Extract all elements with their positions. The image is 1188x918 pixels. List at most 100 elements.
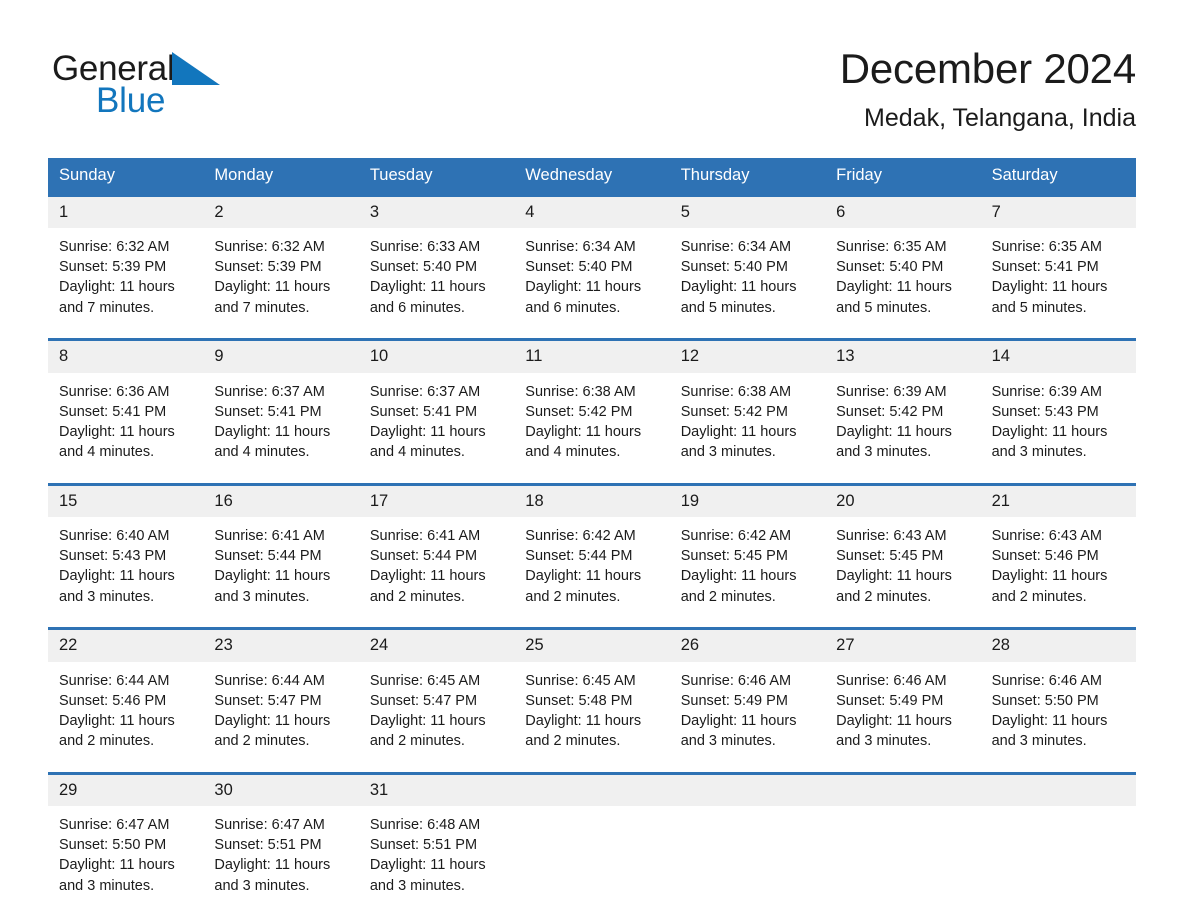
day-cell[interactable]: Sunrise: 6:36 AM Sunset: 5:41 PM Dayligh… [48,373,203,483]
day-cell[interactable]: Sunrise: 6:43 AM Sunset: 5:46 PM Dayligh… [981,517,1136,627]
day-cell[interactable]: Sunrise: 6:41 AM Sunset: 5:44 PM Dayligh… [203,517,358,627]
day-cell[interactable]: Sunrise: 6:39 AM Sunset: 5:42 PM Dayligh… [825,373,980,483]
sunset-text: Sunset: 5:40 PM [369,259,478,276]
day-cell[interactable]: Sunrise: 6:42 AM Sunset: 5:45 PM Dayligh… [670,517,825,627]
day-number[interactable]: 13 [825,341,980,373]
sunrise-text: Sunrise: 6:35 AM [836,239,947,255]
day-cell[interactable]: Sunrise: 6:45 AM Sunset: 5:47 PM Dayligh… [359,662,514,772]
daylight-text-line2: and 2 minutes. [369,588,465,605]
day-cell[interactable]: Sunrise: 6:32 AM Sunset: 5:39 PM Dayligh… [48,228,203,338]
day-number[interactable]: 20 [825,486,980,518]
day-number[interactable]: 29 [48,775,203,807]
sunrise-text: Sunrise: 6:32 AM [214,239,325,255]
day-number[interactable]: 30 [203,775,358,807]
sunrise-text: Sunrise: 6:43 AM [991,528,1102,544]
sunrise-text: Sunrise: 6:36 AM [59,383,170,400]
sunrise-text: Sunrise: 6:41 AM [214,528,325,544]
daylight-text-line1: Daylight: 11 hours [836,279,952,296]
day-number[interactable]: 23 [203,630,358,662]
day-cell[interactable]: Sunrise: 6:47 AM Sunset: 5:50 PM Dayligh… [48,806,203,916]
sunset-text: Sunset: 5:40 PM [836,259,944,276]
day-number[interactable]: 11 [514,341,669,373]
day-number[interactable]: 7 [981,197,1136,229]
day-number[interactable]: 27 [825,630,980,662]
day-number[interactable]: 22 [48,630,203,662]
sunset-text: Sunset: 5:40 PM [680,259,788,276]
day-number[interactable]: 3 [359,197,514,229]
day-cell[interactable]: Sunrise: 6:38 AM Sunset: 5:42 PM Dayligh… [670,373,825,483]
day-cell[interactable]: Sunrise: 6:40 AM Sunset: 5:43 PM Dayligh… [48,517,203,627]
day-cell[interactable]: Sunrise: 6:34 AM Sunset: 5:40 PM Dayligh… [514,228,669,338]
day-number[interactable]: 6 [825,197,980,229]
sunset-text: Sunset: 5:48 PM [525,692,633,709]
day-cell[interactable]: Sunrise: 6:37 AM Sunset: 5:41 PM Dayligh… [359,373,514,483]
sunrise-text: Sunrise: 6:42 AM [680,528,792,544]
day-number[interactable]: 25 [514,630,669,662]
day-number[interactable]: 9 [203,341,358,373]
daylight-text-line2: and 7 minutes. [214,299,310,316]
day-cell[interactable]: Sunrise: 6:34 AM Sunset: 5:40 PM Dayligh… [670,228,825,338]
day-number[interactable]: 12 [670,341,825,373]
daylight-text-line1: Daylight: 11 hours [991,423,1108,440]
daylight-text-line2: and 3 minutes. [680,444,776,461]
sunrise-text: Sunrise: 6:38 AM [680,383,792,400]
day-cell[interactable]: Sunrise: 6:35 AM Sunset: 5:40 PM Dayligh… [825,228,980,338]
daylight-text-line2: and 2 minutes. [525,733,621,750]
day-number-empty [825,775,980,807]
day-number[interactable]: 5 [670,197,825,229]
daylight-text-line2: and 6 minutes. [369,299,465,316]
daylight-text-line2: and 2 minutes. [369,733,465,750]
day-number[interactable]: 19 [670,486,825,518]
day-cell[interactable]: Sunrise: 6:39 AM Sunset: 5:43 PM Dayligh… [981,373,1136,483]
week-daynumber-band: 29 30 31 [48,774,1136,807]
day-number[interactable]: 1 [48,197,203,229]
day-number[interactable]: 21 [981,486,1136,518]
daylight-text-line1: Daylight: 11 hours [59,857,175,874]
day-cell[interactable]: Sunrise: 6:38 AM Sunset: 5:42 PM Dayligh… [514,373,669,483]
day-cell[interactable]: Sunrise: 6:42 AM Sunset: 5:44 PM Dayligh… [514,517,669,627]
day-cell[interactable]: Sunrise: 6:47 AM Sunset: 5:51 PM Dayligh… [203,806,358,916]
daylight-text-line1: Daylight: 11 hours [59,423,175,440]
day-cell[interactable]: Sunrise: 6:46 AM Sunset: 5:50 PM Dayligh… [981,662,1136,772]
day-cell[interactable]: Sunrise: 6:37 AM Sunset: 5:41 PM Dayligh… [203,373,358,483]
day-cell[interactable]: Sunrise: 6:46 AM Sunset: 5:49 PM Dayligh… [670,662,825,772]
day-cell-empty [670,806,825,916]
brand-logo[interactable]: General Blue [52,44,252,132]
week-daynumber-band: 22 23 24 25 26 27 28 [48,630,1136,662]
day-number[interactable]: 31 [359,775,514,807]
day-number[interactable]: 16 [203,486,358,518]
sunrise-text: Sunrise: 6:43 AM [836,528,947,544]
day-cell[interactable]: Sunrise: 6:48 AM Sunset: 5:51 PM Dayligh… [359,806,514,916]
day-cell[interactable]: Sunrise: 6:33 AM Sunset: 5:40 PM Dayligh… [359,228,514,338]
sunset-text: Sunset: 5:44 PM [214,548,322,565]
day-number[interactable]: 14 [981,341,1136,373]
sunrise-text: Sunrise: 6:44 AM [214,672,325,689]
day-cell[interactable]: Sunrise: 6:45 AM Sunset: 5:48 PM Dayligh… [514,662,669,772]
day-cell[interactable]: Sunrise: 6:46 AM Sunset: 5:49 PM Dayligh… [825,662,980,772]
sunrise-text: Sunrise: 6:34 AM [525,239,636,255]
day-number[interactable]: 17 [359,486,514,518]
day-number[interactable]: 26 [670,630,825,662]
day-number[interactable]: 24 [359,630,514,662]
daylight-text-line2: and 2 minutes. [525,588,621,605]
daylight-text-line1: Daylight: 11 hours [525,712,642,729]
day-cell[interactable]: Sunrise: 6:44 AM Sunset: 5:46 PM Dayligh… [48,662,203,772]
week-detail-band: Sunrise: 6:36 AM Sunset: 5:41 PM Dayligh… [48,372,1136,483]
week-daynumber-band: 1 2 3 4 5 6 7 [48,196,1136,229]
daylight-text-line2: and 3 minutes. [836,733,932,750]
sunset-text: Sunset: 5:42 PM [680,403,788,420]
sunset-text: Sunset: 5:41 PM [991,259,1099,276]
day-cell[interactable]: Sunrise: 6:32 AM Sunset: 5:39 PM Dayligh… [203,228,358,338]
day-number[interactable]: 4 [514,197,669,229]
day-number[interactable]: 10 [359,341,514,373]
day-number[interactable]: 8 [48,341,203,373]
day-cell[interactable]: Sunrise: 6:35 AM Sunset: 5:41 PM Dayligh… [981,228,1136,338]
day-number[interactable]: 15 [48,486,203,518]
day-cell[interactable]: Sunrise: 6:43 AM Sunset: 5:45 PM Dayligh… [825,517,980,627]
day-cell[interactable]: Sunrise: 6:41 AM Sunset: 5:44 PM Dayligh… [359,517,514,627]
day-number[interactable]: 18 [514,486,669,518]
day-cell[interactable]: Sunrise: 6:44 AM Sunset: 5:47 PM Dayligh… [203,662,358,772]
day-number[interactable]: 2 [203,197,358,229]
day-number[interactable]: 28 [981,630,1136,662]
sunset-text: Sunset: 5:44 PM [369,548,478,565]
